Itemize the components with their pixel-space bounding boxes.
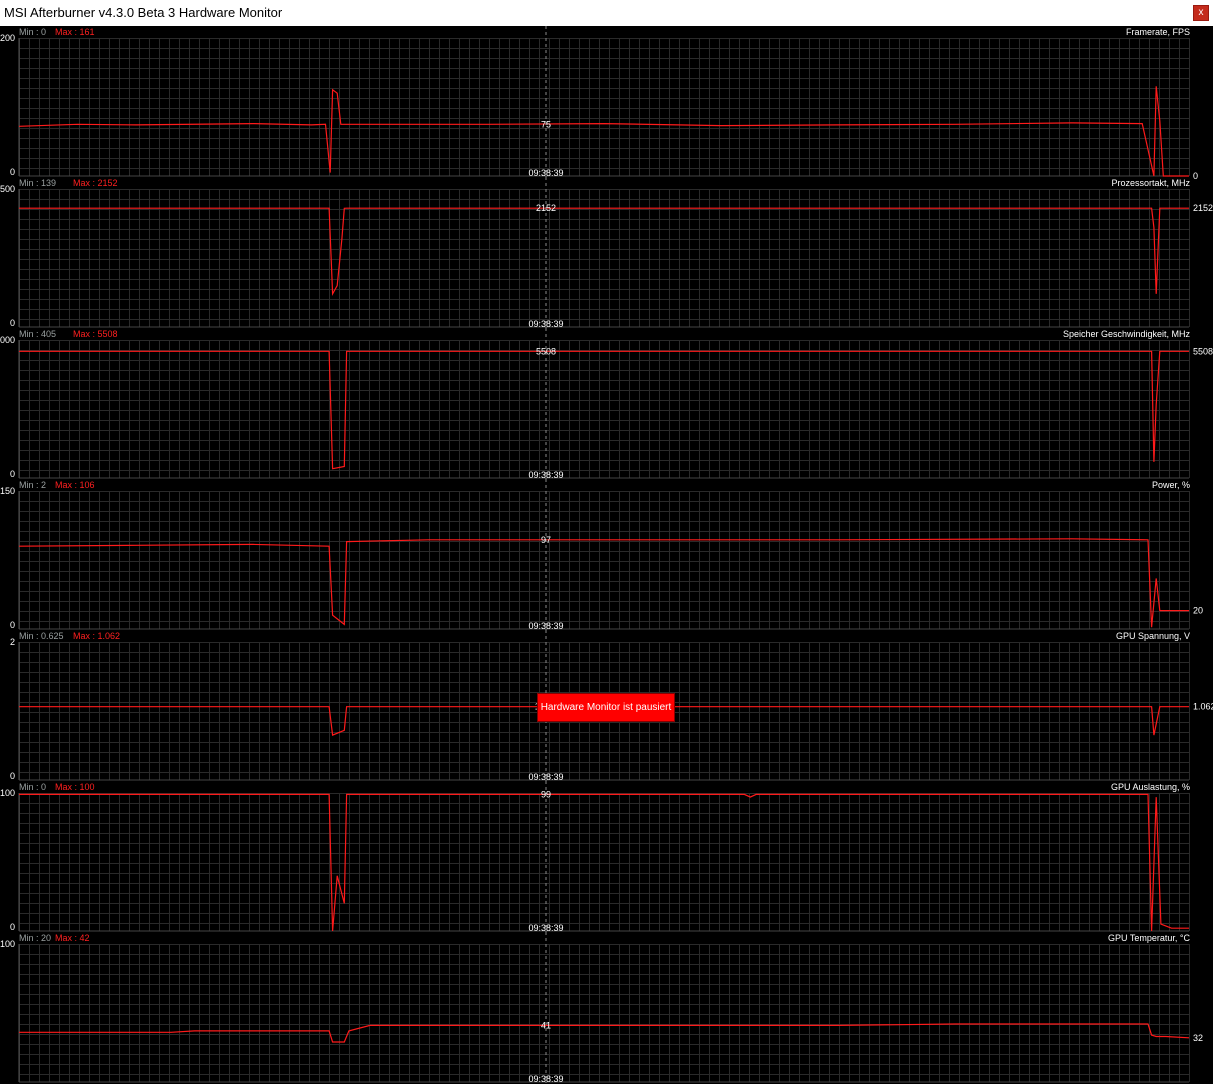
max-label: Max : 42 bbox=[55, 933, 90, 943]
close-button[interactable]: x bbox=[1193, 5, 1209, 21]
current-value: 20 bbox=[1193, 606, 1203, 616]
cursor-time: 09:38:39 bbox=[528, 772, 563, 782]
y-min-label: 0 bbox=[10, 167, 15, 177]
series-line bbox=[18, 86, 1189, 177]
cursor-value: 99 bbox=[541, 789, 551, 799]
graph-title: GPU Auslastung, % bbox=[1111, 782, 1190, 792]
y-min-label: 0 bbox=[10, 469, 15, 479]
graph-grid bbox=[19, 491, 1190, 629]
min-label: Min : 0 bbox=[19, 27, 46, 37]
min-label: Min : 0 bbox=[19, 782, 46, 792]
series-line bbox=[19, 1023, 1190, 1043]
y-max-label: 2500 bbox=[0, 184, 15, 194]
y-max-label: 100 bbox=[0, 788, 15, 798]
max-label: Max : 106 bbox=[55, 480, 95, 490]
graph-title: Prozessortakt, MHz bbox=[1111, 178, 1190, 188]
pause-status-badge: Hardware Monitor ist pausiert bbox=[537, 693, 675, 722]
y-min-label: 0 bbox=[10, 922, 15, 932]
graph-title: Framerate, FPS bbox=[1126, 27, 1190, 37]
min-label: Min : 20 bbox=[19, 933, 51, 943]
cursor-value: 2152 bbox=[536, 203, 556, 213]
y-max-label: 150 bbox=[0, 486, 15, 496]
cursor-value: 97 bbox=[541, 535, 551, 545]
window-titlebar: MSI Afterburner v4.3.0 Beta 3 Hardware M… bbox=[0, 0, 1213, 26]
graph-grid bbox=[19, 340, 1190, 478]
min-label: Min : 139 bbox=[19, 178, 56, 188]
y-max-label: 2 bbox=[10, 637, 15, 647]
max-label: Max : 100 bbox=[55, 782, 95, 792]
max-label: Max : 161 bbox=[55, 27, 95, 37]
cursor-value: 75 bbox=[541, 119, 551, 129]
cursor-time: 09:38:39 bbox=[528, 319, 563, 329]
max-label: Max : 5508 bbox=[73, 329, 118, 339]
cursor-time: 09:38:39 bbox=[528, 1074, 563, 1084]
min-label: Min : 0.625 bbox=[19, 631, 64, 641]
y-max-label: 6000 bbox=[0, 335, 15, 345]
y-max-label: 200 bbox=[0, 33, 15, 43]
graph-title: GPU Spannung, V bbox=[1116, 631, 1190, 641]
graph-grid bbox=[19, 944, 1190, 1082]
cursor-time: 09:38:39 bbox=[528, 621, 563, 631]
graph-grid bbox=[19, 38, 1190, 176]
series-line bbox=[18, 538, 1189, 628]
graph-title: Power, % bbox=[1152, 480, 1190, 490]
current-value: 32 bbox=[1193, 1033, 1203, 1043]
cursor-value: 5508 bbox=[536, 346, 556, 356]
graph-title: GPU Temperatur, °C bbox=[1108, 933, 1190, 943]
graph-grid bbox=[19, 189, 1190, 327]
cursor-time: 09:38:39 bbox=[528, 168, 563, 178]
hardware-monitor-graphs[interactable]: Min : 0 Max : 161 Framerate, FPS20007509:3… bbox=[0, 26, 1213, 1084]
y-min-label: 0 bbox=[10, 771, 15, 781]
y-max-label: 100 bbox=[0, 939, 15, 949]
current-value: 1.062 bbox=[1193, 702, 1213, 712]
cursor-time: 09:38:39 bbox=[528, 470, 563, 480]
current-value: 2152 bbox=[1193, 203, 1213, 213]
min-label: Min : 2 bbox=[19, 480, 46, 490]
current-value: 0 bbox=[1193, 171, 1198, 181]
min-label: Min : 405 bbox=[19, 329, 56, 339]
cursor-time: 09:38:39 bbox=[528, 923, 563, 933]
series-line bbox=[19, 207, 1189, 297]
graph-title: Speicher Geschwindigkeit, MHz bbox=[1063, 329, 1191, 339]
y-min-label: 0 bbox=[10, 620, 15, 630]
cursor-value: 41 bbox=[541, 1020, 551, 1030]
series-line bbox=[19, 793, 1189, 932]
current-value: 5508 bbox=[1193, 346, 1213, 356]
graph-grid bbox=[19, 793, 1190, 931]
max-label: Max : 1.062 bbox=[73, 631, 120, 641]
window-title: MSI Afterburner v4.3.0 Beta 3 Hardware M… bbox=[4, 5, 283, 20]
y-min-label: 0 bbox=[10, 318, 15, 328]
max-label: Max : 2152 bbox=[73, 178, 118, 188]
